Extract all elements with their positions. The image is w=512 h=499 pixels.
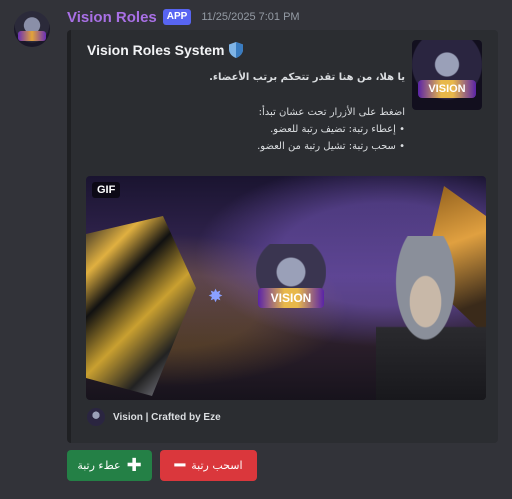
embed-description-line: يا هلا، من هنا تقدر تتحكم برتب الأعضاء. — [209, 72, 405, 83]
give-role-button[interactable]: عطء رتبة ✚ — [67, 450, 152, 481]
thumbnail-crest: VISION — [418, 80, 476, 98]
avatar-crest — [18, 31, 46, 41]
take-role-button[interactable]: ━ اسحب رتبة — [160, 450, 257, 481]
message-timestamp: 11/25/2025 7:01 PM — [201, 11, 300, 23]
character-emblem-art: VISION — [256, 244, 326, 324]
embed-title-text: Vision Roles System — [87, 42, 225, 58]
armor-blade-art — [86, 216, 196, 396]
embed-description-line: اضغط على الأزرار تحت عشان تبدأ: — [258, 107, 405, 118]
footer-icon — [87, 408, 105, 426]
gif-badge: GIF — [92, 182, 121, 198]
embed-card: Vision Roles System VISION يا هلا، من هن… — [67, 30, 498, 443]
embed-gif-image[interactable]: ✸ VISION GIF — [86, 176, 486, 400]
embed-description-line: • إعطاء رتبة: تضيف رتبة للعضو. — [270, 124, 405, 135]
take-role-label: اسحب رتبة — [191, 459, 243, 472]
character-portrait-art — [376, 236, 486, 400]
footer-text: Vision | Crafted by Eze — [113, 411, 221, 423]
shield-icon — [229, 42, 244, 58]
media-crest: VISION — [258, 288, 324, 308]
sparkle-icon: ✸ — [208, 286, 224, 307]
embed-description-line: • سحب رتبة: تشيل رتبة من العضو. — [257, 141, 405, 152]
embed-title: Vision Roles System — [87, 42, 244, 58]
give-role-label: عطء رتبة — [77, 459, 121, 472]
embed-footer: Vision | Crafted by Eze — [87, 408, 221, 426]
bot-username[interactable]: Vision Roles — [67, 9, 157, 26]
plus-icon: ✚ — [126, 454, 142, 476]
bot-avatar[interactable] — [14, 11, 50, 47]
embed-thumbnail[interactable]: VISION — [412, 40, 482, 110]
app-badge: APP — [162, 9, 192, 25]
minus-icon: ━ — [174, 454, 186, 476]
message-header: Vision Roles APP 11/25/2025 7:01 PM — [67, 6, 300, 28]
